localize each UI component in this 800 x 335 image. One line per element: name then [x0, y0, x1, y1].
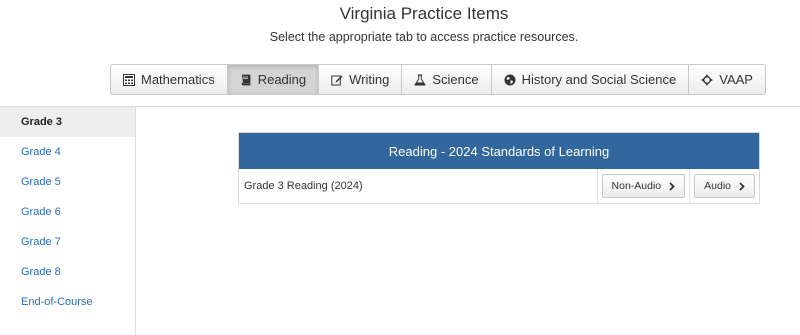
flask-icon — [414, 74, 427, 86]
tab-reading[interactable]: Reading — [226, 64, 320, 95]
page-subtitle: Select the appropriate tab to access pra… — [269, 30, 579, 44]
button-label: Audio — [704, 180, 731, 192]
sidebar-item-grade-7[interactable]: Grade 7 — [0, 227, 135, 257]
table-row: Grade 3 Reading (2024) Non-Audio Audio — [239, 169, 759, 203]
tab-vaap[interactable]: VAAP — [688, 64, 766, 95]
sidebar-item-grade-5[interactable]: Grade 5 — [0, 167, 135, 197]
tab-label: Reading — [257, 72, 307, 87]
edit-icon — [331, 74, 343, 86]
non-audio-cell: Non-Audio — [596, 169, 690, 203]
sidebar-item-grade-6[interactable]: Grade 6 — [0, 197, 135, 227]
globe-icon — [504, 74, 516, 86]
tab-label: History and Social Science — [521, 72, 677, 87]
sidebar-item-end-of-course[interactable]: End-of-Course — [0, 287, 135, 317]
grade-sidebar: Grade 3 Grade 4 Grade 5 Grade 6 Grade 7 … — [0, 107, 136, 335]
non-audio-button[interactable]: Non-Audio — [601, 174, 686, 198]
sidebar-item-grade-4[interactable]: Grade 4 — [0, 137, 135, 167]
tab-mathematics[interactable]: Mathematics — [110, 64, 228, 95]
row-label: Grade 3 Reading (2024) — [244, 180, 363, 192]
panel-heading: Reading - 2024 Standards of Learning — [239, 133, 759, 169]
tab-label: Mathematics — [141, 72, 215, 87]
audio-cell: Audio — [689, 169, 759, 203]
button-label: Non-Audio — [611, 180, 662, 192]
subject-tabs: Mathematics Reading Writing Science Hist… — [110, 64, 766, 95]
audio-button[interactable]: Audio — [694, 174, 755, 198]
sidebar-item-grade-3[interactable]: Grade 3 — [0, 107, 135, 137]
tab-label: Science — [432, 72, 479, 87]
tab-label: VAAP — [719, 72, 753, 87]
crosshair-icon — [701, 73, 714, 86]
tab-science[interactable]: Science — [401, 64, 492, 95]
chevron-right-icon — [739, 181, 745, 191]
chevron-right-icon — [669, 181, 675, 191]
practice-panel: Reading - 2024 Standards of Learning Gra… — [238, 132, 760, 204]
calculator-icon — [123, 73, 135, 86]
page-title: Virginia Practice Items — [339, 4, 509, 23]
tab-writing[interactable]: Writing — [318, 64, 403, 95]
tab-label: Writing — [349, 72, 390, 87]
tab-history-social-science[interactable]: History and Social Science — [490, 64, 690, 95]
book-icon — [240, 74, 252, 86]
sidebar-item-grade-8[interactable]: Grade 8 — [0, 257, 135, 287]
